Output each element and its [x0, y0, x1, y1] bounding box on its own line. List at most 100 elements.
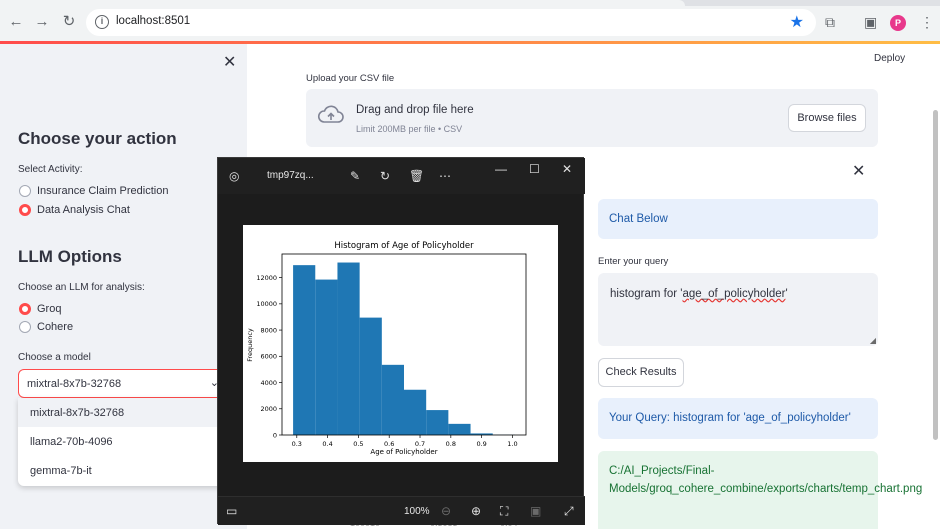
zoom-level: 100% [404, 506, 430, 517]
query-prefix: histogram for ' [610, 288, 683, 300]
site-info-icon[interactable]: i [95, 15, 109, 29]
address-bar[interactable]: i localhost:8501 ★ [86, 9, 816, 36]
active-tab-edge[interactable] [0, 0, 685, 6]
query-spellcheck-word: age_of_policyholder [682, 288, 786, 300]
query-textarea[interactable]: histogram for 'age_of_policyholder' ◢ [598, 273, 878, 346]
histogram-bar [381, 364, 404, 435]
delete-icon[interactable]: 🗑 [409, 169, 424, 183]
main-close-icon[interactable]: ✕ [852, 161, 865, 181]
model-select-value[interactable]: mixtral-8x7b-32768 [27, 378, 121, 390]
browse-files-button[interactable]: Browse files [788, 104, 866, 132]
radio-insurance-claim[interactable] [19, 185, 31, 197]
y-tick-label: 2000 [260, 405, 277, 413]
histogram-bar [404, 389, 427, 435]
resize-handle-icon[interactable]: ◢ [870, 336, 876, 345]
more-options-icon[interactable]: ⋯ [439, 169, 451, 183]
model-option-mixtral[interactable]: mixtral-8x7b-32768 [18, 398, 228, 427]
model-option-gemma[interactable]: gemma-7b-it [18, 456, 228, 485]
activity-label: Select Activity: [18, 164, 83, 175]
fit-to-window-icon[interactable]: ⛶ [500, 504, 508, 518]
zoom-out-icon[interactable]: ⊖ [441, 504, 451, 518]
check-results-button[interactable]: Check Results [598, 358, 684, 387]
sidebar-close-icon[interactable]: ✕ [223, 52, 236, 72]
y-tick-label: 0 [273, 431, 277, 439]
action-heading: Choose your action [18, 129, 177, 148]
window-close-icon[interactable]: ✕ [562, 162, 572, 176]
chart-title: Histogram of Age of Policyholder [334, 241, 474, 251]
sidebar: ✕ Choose your action Select Activity: In… [0, 44, 247, 529]
y-tick-label: 12000 [256, 274, 277, 282]
photos-app-icon: ◎ [229, 169, 240, 183]
edit-image-icon[interactable]: ✎ [350, 169, 360, 183]
side-panel-icon[interactable]: ▣ [864, 13, 877, 31]
histogram-chart: Histogram of Age of Policyholder 0.3 0.4 0… [246, 241, 527, 456]
result-path-box: C:/AI_Projects/Final-Models/groq_cohere_… [598, 451, 922, 529]
x-tick-label: 0.4 [322, 440, 332, 448]
histogram-bar [315, 279, 338, 435]
x-tick-label: 0.7 [415, 440, 425, 448]
histogram-bar [293, 265, 316, 435]
radio-cohere[interactable] [19, 321, 31, 333]
y-tick-label: 8000 [260, 326, 277, 334]
histogram-bar [359, 317, 382, 435]
image-viewer-window: ◎ tmp97zq... ✎ ↻ 🗑 ⋯ — ☐ ✕ Histogram of … [217, 157, 585, 525]
histogram-image: Histogram of Age of Policyholder 0.3 0.4 0… [243, 225, 558, 462]
y-axis-label: Frequency [246, 328, 254, 362]
deploy-button[interactable]: Deploy [874, 53, 905, 64]
file-uploader[interactable]: Drag and drop file here Limit 200MB per … [306, 89, 878, 147]
radio-data-analysis-chat[interactable] [19, 204, 31, 216]
radio-label-insurance-claim[interactable]: Insurance Claim Prediction [37, 185, 168, 197]
back-icon[interactable]: ← [7, 13, 25, 31]
radio-label-cohere[interactable]: Cohere [37, 321, 73, 333]
query-text[interactable]: histogram for 'age_of_policyholder' [610, 288, 788, 300]
radio-label-data-analysis-chat[interactable]: Data Analysis Chat [37, 204, 130, 216]
model-label: Choose a model [18, 352, 91, 363]
query-suffix: ' [785, 288, 788, 300]
zoom-in-icon[interactable]: ⊕ [471, 504, 481, 518]
model-select[interactable]: mixtral-8x7b-32768 ⌄ [18, 369, 228, 398]
x-tick-label: 0.6 [384, 440, 394, 448]
upload-cloud-icon [317, 105, 344, 123]
extensions-icon[interactable]: ⧉ [825, 13, 835, 31]
minimize-icon[interactable]: — [495, 162, 507, 176]
bookmark-star-icon[interactable]: ★ [790, 12, 804, 32]
actual-size-icon[interactable]: ▣ [530, 504, 541, 518]
x-axis-label: Age of Policyholder [370, 448, 437, 456]
model-option-llama2[interactable]: llama2-70b-4096 [18, 427, 228, 456]
reload-icon[interactable]: ↻ [60, 13, 78, 31]
histogram-bar [337, 262, 360, 435]
upload-label: Upload your CSV file [306, 73, 395, 84]
viewer-titlebar: ◎ tmp97zq... ✎ ↻ 🗑 ⋯ — ☐ ✕ [218, 158, 585, 194]
y-tick-label: 6000 [260, 353, 277, 361]
page-scrollbar[interactable] [933, 110, 938, 440]
radio-label-groq[interactable]: Groq [37, 303, 61, 315]
forward-icon[interactable]: → [33, 13, 51, 31]
viewer-bottom-bar: ▭ 100% ⊖ ⊕ ⛶ ▣ ⤢ [218, 496, 585, 525]
query-label: Enter your query [598, 256, 669, 267]
model-dropdown: mixtral-8x7b-32768 llama2-70b-4096 gemma… [18, 398, 228, 486]
chat-below-box: Chat Below [598, 199, 878, 239]
viewer-title: tmp97zq... [267, 170, 314, 181]
radio-groq[interactable] [19, 303, 31, 315]
url-text[interactable]: localhost:8501 [116, 15, 190, 27]
y-tick-label: 4000 [260, 379, 277, 387]
limit-text: Limit 200MB per file • CSV [356, 124, 463, 134]
x-tick-label: 0.8 [446, 440, 456, 448]
histogram-bar [426, 410, 449, 435]
profile-avatar[interactable]: P [890, 15, 906, 31]
maximize-icon[interactable]: ☐ [529, 162, 540, 176]
x-tick-label: 0.9 [476, 440, 486, 448]
y-tick-label: 10000 [256, 300, 277, 308]
histogram-bar [448, 423, 471, 435]
drop-text: Drag and drop file here [356, 104, 474, 116]
x-tick-label: 0.3 [292, 440, 302, 448]
llm-label: Choose an LLM for analysis: [18, 282, 145, 293]
x-tick-label: 0.5 [353, 440, 363, 448]
fullscreen-icon[interactable]: ⤢ [564, 504, 574, 518]
x-tick-label: 1.0 [507, 440, 517, 448]
your-query-box: Your Query: histogram for 'age_of_policy… [598, 398, 878, 439]
filmstrip-icon[interactable]: ▭ [226, 504, 237, 518]
tab-strip [0, 0, 940, 6]
rotate-icon[interactable]: ↻ [380, 169, 390, 183]
menu-kebab-icon[interactable]: ⋮ [920, 13, 934, 31]
